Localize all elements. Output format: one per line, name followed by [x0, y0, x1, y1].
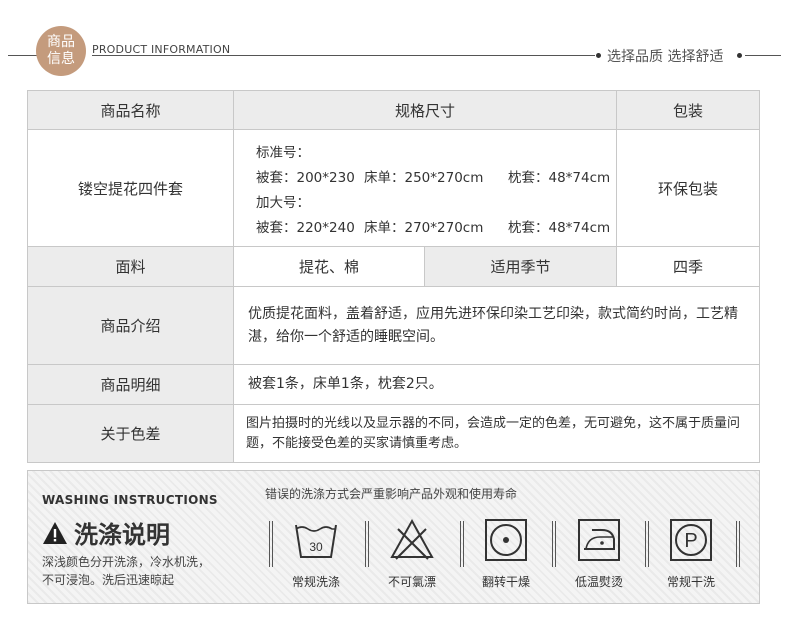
product-info-badge: 商品 信息 — [36, 26, 86, 76]
wash-temp-text: 30 — [309, 540, 323, 554]
dry-clean-label: 常规干洗 — [666, 575, 715, 589]
intro-label-cell: 商品介绍 — [28, 287, 234, 365]
wash-symbol-low-iron: 低温熨烫 — [569, 517, 629, 590]
color-diff-label-cell: 关于色差 — [28, 405, 234, 462]
standard-sheet-size: 床单：250*270cm — [364, 170, 484, 186]
size-standard-row: 标准号： — [256, 141, 616, 166]
wash-symbol-dry-clean: P 常规干洗 — [661, 517, 721, 590]
washing-title-text: 洗涤说明 — [74, 521, 170, 549]
package-value-cell: 环保包装 — [617, 130, 759, 247]
washing-instructions-panel: WASHING INSTRUCTIONS 洗涤说明 深浅颜色分开洗涤，冷水机洗，… — [27, 470, 760, 604]
symbol-separator — [269, 521, 273, 567]
washing-english-title: WASHING INSTRUCTIONS — [42, 493, 218, 507]
low-iron-label: 低温熨烫 — [574, 575, 623, 589]
badge-text-line1: 商品 — [47, 34, 75, 50]
header-right-line — [745, 55, 781, 56]
wash-symbol-no-bleach: 不可氯漂 — [382, 517, 442, 590]
large-quilt-size: 被套：220*240 — [256, 220, 355, 236]
symbol-separator — [645, 521, 649, 567]
washing-description: 深浅颜色分开洗涤，冷水机洗， 不可浸泡。洗后迅速晾起 — [42, 553, 210, 589]
no-bleach-icon — [390, 518, 434, 560]
header-package: 包装 — [617, 91, 759, 130]
color-diff-text-cell: 图片拍摄时的光线以及显示器的不同，会造成一定的色差，无可避免，这不属于质量问题，… — [246, 415, 741, 451]
washing-title: 洗涤说明 — [42, 515, 170, 550]
symbol-separator — [552, 521, 556, 567]
symbol-separator — [736, 521, 740, 567]
dry-clean-p-icon: P — [670, 519, 712, 561]
symbol-separator — [460, 521, 464, 567]
header-spec: 规格尺寸 — [234, 91, 617, 130]
intro-text-cell: 优质提花面料，盖着舒适，应用先进环保印染工艺印染，款式简约时尚，工艺精湛，给你一… — [234, 287, 759, 365]
header-left-line — [8, 55, 40, 56]
dry-clean-letter: P — [684, 530, 697, 552]
low-iron-icon — [578, 519, 620, 561]
header-product-name: 商品名称 — [28, 91, 234, 130]
header-divider-line — [92, 55, 595, 56]
standard-quilt-size: 被套：200*230 — [256, 170, 355, 186]
wash-symbol-tumble-dry: 翻转干燥 — [476, 517, 536, 590]
large-size-label: 加大号： — [256, 195, 310, 211]
product-name-cell: 镂空提花四件套 — [28, 130, 234, 247]
tumble-dry-icon — [485, 519, 527, 561]
header-slogan: 选择品质 选择舒适 — [607, 49, 724, 65]
detail-label-cell: 商品明细 — [28, 365, 234, 405]
washing-desc-line2: 不可浸泡。洗后迅速晾起 — [42, 573, 175, 587]
header-dot-right — [737, 53, 742, 58]
fabric-value-cell: 提花、棉 — [234, 247, 425, 287]
size-standard-values: 被套：200*230 床单：250*270cm 枕套：48*74cm — [256, 166, 616, 191]
size-spec-cell: 标准号： 被套：200*230 床单：250*270cm 枕套：48*74cm … — [234, 130, 617, 247]
size-large-row: 加大号： — [256, 191, 616, 216]
large-pillow-size: 枕套：48*74cm — [508, 220, 611, 236]
large-sheet-size: 床单：270*270cm — [364, 220, 484, 236]
tumble-dry-label: 翻转干燥 — [481, 575, 530, 589]
no-bleach-label: 不可氯漂 — [387, 575, 436, 589]
size-large-values: 被套：220*240 床单：270*270cm 枕套：48*74cm — [256, 216, 616, 241]
washing-warning-text: 错误的洗涤方式会严重影响产品外观和使用寿命 — [265, 487, 518, 501]
detail-text-cell: 被套1条，床单1条，枕套2只。 — [234, 365, 759, 405]
season-value-cell: 四季 — [617, 247, 759, 287]
season-label-cell: 适用季节 — [425, 247, 617, 287]
product-spec-table: 商品名称 规格尺寸 包装 镂空提花四件套 标准号： 被套：200*230 床单：… — [27, 90, 760, 463]
header-dot-left — [596, 53, 601, 58]
wash-30-icon: 30 — [295, 524, 337, 558]
standard-pillow-size: 枕套：48*74cm — [508, 170, 611, 186]
wash-symbol-normal: 30 常规洗涤 — [286, 517, 346, 590]
wash-symbol-label: 常规洗涤 — [291, 575, 340, 589]
badge-text-line2: 信息 — [47, 51, 75, 67]
symbol-separator — [365, 521, 369, 567]
standard-size-label: 标准号： — [256, 145, 310, 161]
fabric-label-cell: 面料 — [28, 247, 234, 287]
warning-icon — [43, 521, 67, 544]
washing-desc-line1: 深浅颜色分开洗涤，冷水机洗， — [42, 555, 211, 569]
